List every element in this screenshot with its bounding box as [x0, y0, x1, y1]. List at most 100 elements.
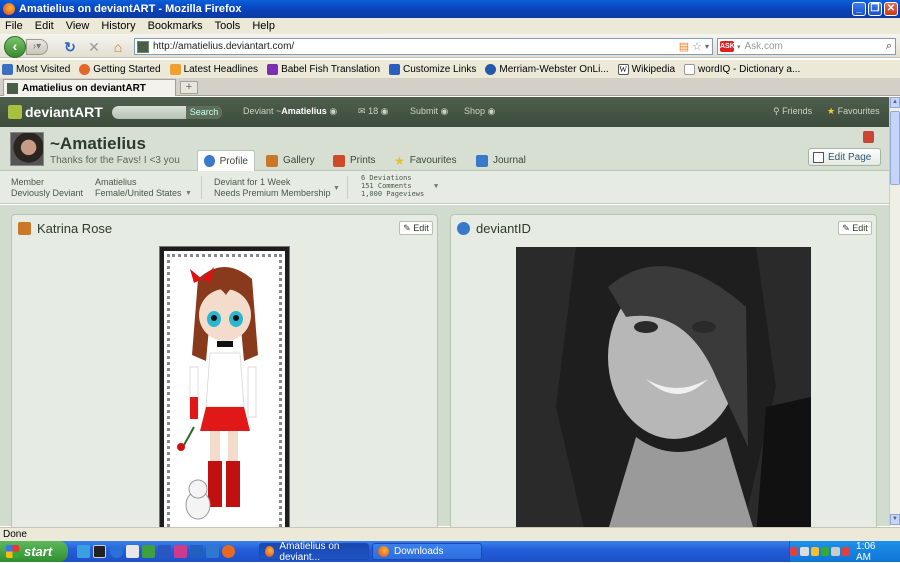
menu-edit[interactable]: Edit	[35, 20, 54, 32]
firefox-icon	[378, 546, 389, 557]
submit-menu[interactable]: Submit ◉	[410, 106, 448, 117]
edit-page-button[interactable]: Edit Page	[808, 148, 881, 166]
bookmark-label: wordIQ - Dictionary a...	[698, 63, 801, 75]
bookmark-item[interactable]: Most Visited	[2, 63, 71, 75]
user-info[interactable]: Amatielius Female/United States ▼	[95, 177, 193, 199]
chevron-down-icon: ◉	[329, 106, 338, 116]
bookmark-item[interactable]: Getting Started	[79, 63, 161, 75]
divider	[347, 176, 348, 199]
scroll-down-arrow[interactable]: ▼	[890, 514, 900, 525]
scroll-up-arrow[interactable]: ▲	[890, 97, 900, 108]
panel-header: Katrina Rose	[12, 215, 437, 241]
menu-tools[interactable]: Tools	[215, 20, 241, 32]
maximize-button[interactable]: ❐	[868, 2, 882, 16]
browser-tab[interactable]: Amatielius on deviantART	[3, 79, 176, 96]
forward-button[interactable]: ›▾	[26, 39, 48, 55]
tray-icon[interactable]	[790, 547, 799, 556]
search-field[interactable]: ASK ▾ Ask.com ⌕	[717, 38, 896, 55]
deviation-count: 6 Deviations	[361, 174, 412, 182]
minimize-button[interactable]: _	[852, 2, 866, 16]
internet-explorer-icon[interactable]	[110, 545, 123, 558]
tray-icon[interactable]	[841, 547, 851, 556]
messages-menu[interactable]: ✉ 18 ◉	[358, 106, 388, 117]
friends-link[interactable]: ⚲ Friends	[773, 106, 812, 117]
menu-file[interactable]: File	[5, 20, 23, 32]
rss-icon[interactable]: ▤	[679, 40, 689, 53]
chevron-down-icon[interactable]: ▾	[737, 43, 741, 51]
quicklaunch-icon[interactable]	[142, 545, 155, 558]
featured-artwork[interactable]	[159, 246, 290, 538]
bookmark-item[interactable]: wordIQ - Dictionary a...	[684, 63, 801, 75]
chevron-down-icon[interactable]: ▾	[705, 42, 709, 51]
bookmark-item[interactable]: Merriam-Webster OnLi...	[485, 63, 609, 75]
tab-favourites[interactable]: ★ Favourites	[388, 150, 462, 171]
stats-info[interactable]: 6 Deviations 151 Comments 1,000 Pageview…	[361, 174, 441, 198]
reload-icon[interactable]: ↻	[62, 39, 78, 55]
taskbar-button-downloads[interactable]: Downloads	[372, 543, 482, 560]
chibi-girl-illustration	[177, 267, 258, 520]
vertical-scrollbar[interactable]: ▲ ▼	[889, 97, 900, 526]
edit-button[interactable]: ✎ Edit	[399, 221, 433, 235]
quicklaunch-icon[interactable]	[77, 545, 90, 558]
stop-icon[interactable]: ✕	[86, 39, 102, 55]
quicklaunch-icon[interactable]	[158, 545, 171, 558]
deviant-id-panel: deviantID ✎ Edit	[450, 214, 877, 537]
new-tab-button[interactable]: +	[180, 81, 198, 94]
bookmark-label: Customize Links	[403, 63, 477, 75]
tray-icon[interactable]	[800, 547, 809, 556]
search-icon[interactable]: ⌕	[886, 40, 892, 53]
deviant-duration-info[interactable]: Deviant for 1 Week Needs Premium Members…	[214, 177, 341, 199]
username[interactable]: ~Amatielius	[50, 134, 146, 154]
tray-icon[interactable]	[810, 547, 820, 556]
shop-menu[interactable]: Shop ◉	[464, 106, 495, 117]
deviant-menu[interactable]: Deviant ~Amatielius ◉	[243, 106, 337, 117]
bookmark-item[interactable]: Babel Fish Translation	[267, 63, 380, 75]
menu-help[interactable]: Help	[252, 20, 275, 32]
tab-profile[interactable]: Profile	[197, 150, 255, 171]
bookmark-label: Getting Started	[93, 63, 161, 75]
deviantart-logo[interactable]: deviantART	[8, 104, 103, 120]
tab-prints[interactable]: Prints	[327, 150, 382, 171]
profile-info-strip: Member Deviously Deviant Amatielius Fema…	[0, 171, 889, 204]
firefox-icon[interactable]	[222, 545, 235, 558]
bookmark-item[interactable]: Latest Headlines	[169, 63, 258, 75]
address-bar[interactable]: http://amatielius.deviantart.com/ ▤ ☆ ▾	[134, 38, 713, 55]
avatar[interactable]	[10, 132, 44, 166]
scroll-thumb[interactable]	[890, 111, 900, 185]
menu-view[interactable]: View	[66, 20, 90, 32]
clock[interactable]: 1:06 AM	[856, 541, 890, 563]
prints-icon	[333, 154, 345, 167]
member-type: Deviously Deviant	[11, 188, 84, 198]
tab-gallery[interactable]: Gallery	[260, 150, 321, 171]
bookmark-label: Most Visited	[16, 63, 71, 75]
search-placeholder: Ask.com	[744, 41, 783, 52]
close-button[interactable]: ✕	[884, 2, 898, 16]
tray-icon[interactable]	[831, 547, 840, 556]
start-button[interactable]: start	[0, 541, 68, 562]
taskbar-button-firefox[interactable]: Amatielius on deviant...	[259, 541, 369, 563]
tray-icon[interactable]	[821, 547, 830, 556]
menu-history[interactable]: History	[101, 20, 135, 32]
quicklaunch-icon[interactable]	[190, 545, 203, 558]
bookmark-item[interactable]: W Wikipedia	[617, 63, 675, 75]
site-search-button[interactable]: Search	[186, 106, 222, 119]
quicklaunch-icon[interactable]	[93, 545, 106, 558]
menu-bookmarks[interactable]: Bookmarks	[148, 20, 203, 32]
tab-journal[interactable]: Journal	[470, 150, 532, 171]
favourites-link[interactable]: ★ Favourites	[827, 106, 880, 117]
bookmark-item[interactable]: Customize Links	[389, 63, 477, 75]
deviant-name: Amatielius	[281, 106, 327, 116]
edit-icon	[813, 151, 824, 163]
bookmark-star-icon[interactable]: ☆	[692, 40, 702, 53]
quicklaunch-icon[interactable]	[206, 545, 219, 558]
windows-taskbar: start Amatielius on deviant... Downloads…	[0, 541, 900, 563]
deviant-id-photo[interactable]	[516, 247, 811, 537]
back-button[interactable]: ‹	[4, 36, 26, 58]
tab-label: Gallery	[283, 155, 315, 166]
edit-button[interactable]: ✎ Edit	[838, 221, 872, 235]
search-engine-icon[interactable]: ASK	[720, 41, 735, 52]
quicklaunch-icon[interactable]	[174, 545, 187, 558]
pin-icon[interactable]	[863, 131, 874, 143]
home-icon[interactable]: ⌂	[110, 39, 126, 55]
quicklaunch-icon[interactable]	[126, 545, 139, 558]
